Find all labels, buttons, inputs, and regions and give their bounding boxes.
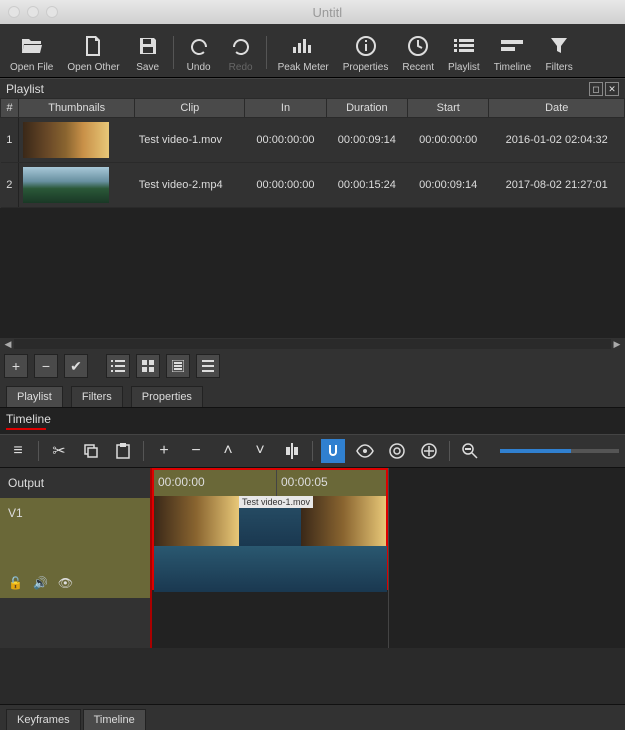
clip-label: Test video-1.mov — [239, 496, 313, 508]
middle-tabbar: Playlist Filters Properties — [0, 382, 625, 408]
redo-button[interactable]: Redo — [221, 32, 261, 73]
playlist-table: # Thumbnails Clip In Duration Start Date… — [0, 98, 625, 208]
playhead-marker — [6, 428, 46, 430]
update-button[interactable]: ✔ — [64, 354, 88, 378]
col-start[interactable]: Start — [408, 99, 489, 118]
col-num[interactable]: # — [1, 99, 19, 118]
zoom-window-icon[interactable] — [46, 6, 58, 18]
playlist-toolbar: + − ✔ — [0, 350, 625, 382]
open-file-button[interactable]: Open File — [4, 32, 59, 73]
timeline-body: Output V1 🔓 🔊 👁 00:00:0000:00:05 Test vi… — [0, 468, 625, 648]
output-row[interactable]: Output — [0, 468, 150, 498]
timeline-clip-body[interactable] — [154, 546, 387, 592]
remove-button[interactable]: − — [34, 354, 58, 378]
recent-button[interactable]: Recent — [396, 32, 440, 73]
timeline-tracks[interactable]: 00:00:0000:00:05 Test video-1.mov — [150, 468, 625, 648]
time-ruler[interactable]: 00:00:0000:00:05 — [154, 470, 386, 496]
undo-button[interactable]: Undo — [179, 32, 219, 73]
redo-icon — [231, 32, 251, 60]
peak-meter-icon — [292, 32, 314, 60]
timeline-panel-header: Timeline — [0, 408, 625, 434]
view-list-button[interactable] — [106, 354, 130, 378]
lift-icon[interactable]: ˄ — [216, 439, 240, 463]
info-icon — [356, 32, 376, 60]
panel-close-icon[interactable]: ✕ — [605, 82, 619, 96]
col-date[interactable]: Date — [489, 99, 625, 118]
window-title: Untitl — [313, 5, 343, 20]
playlist-empty-area[interactable] — [0, 208, 625, 338]
tab-timeline[interactable]: Timeline — [83, 709, 146, 730]
properties-button[interactable]: Properties — [337, 32, 395, 73]
col-thumbs[interactable]: Thumbnails — [19, 99, 135, 118]
peak-meter-button[interactable]: Peak Meter — [272, 32, 335, 73]
col-duration[interactable]: Duration — [326, 99, 407, 118]
thumbnail-icon — [23, 167, 109, 203]
timeline-clip[interactable]: Test video-1.mov — [154, 496, 239, 546]
main-toolbar: Open File Open Other Save Undo Redo Peak… — [0, 24, 625, 78]
v1-track[interactable]: Test video-1.mov — [154, 496, 386, 546]
timeline-icon — [501, 32, 523, 60]
titlebar: Untitl — [0, 0, 625, 24]
horizontal-scrollbar[interactable]: ◀ ▶ — [0, 338, 625, 350]
undo-icon — [189, 32, 209, 60]
filters-button[interactable]: Filters — [539, 32, 579, 73]
copy-icon[interactable] — [79, 439, 103, 463]
document-icon — [84, 32, 102, 60]
tab-playlist[interactable]: Playlist — [6, 386, 63, 407]
remove-icon[interactable]: − — [184, 439, 208, 463]
overwrite-icon[interactable]: ˅ — [248, 439, 272, 463]
scroll-right-icon[interactable]: ▶ — [611, 339, 623, 349]
add-button[interactable]: + — [4, 354, 28, 378]
save-button[interactable]: Save — [128, 32, 168, 73]
col-clip[interactable]: Clip — [135, 99, 245, 118]
zoom-slider[interactable] — [500, 449, 619, 453]
playlist-panel-title: Playlist — [6, 82, 44, 96]
open-other-button[interactable]: Open Other — [61, 32, 125, 73]
paste-icon[interactable] — [111, 439, 135, 463]
minimize-window-icon[interactable] — [27, 6, 39, 18]
bottom-tabbar: Keyframes Timeline — [0, 704, 625, 730]
col-in[interactable]: In — [245, 99, 326, 118]
ripple-all-icon[interactable] — [417, 439, 441, 463]
table-row[interactable]: 1 Test video-1.mov 00:00:00:00 00:00:09:… — [1, 118, 625, 163]
table-header-row: # Thumbnails Clip In Duration Start Date — [1, 99, 625, 118]
save-icon — [138, 32, 158, 60]
cut-icon[interactable]: ✂ — [47, 439, 71, 463]
list-icon — [454, 32, 474, 60]
thumbnail-icon — [23, 122, 109, 158]
view-tiles-button[interactable] — [136, 354, 160, 378]
view-icons-button[interactable] — [166, 354, 190, 378]
funnel-icon — [550, 32, 568, 60]
hide-icon[interactable]: 👁 — [58, 576, 73, 590]
panel-float-icon[interactable]: ◻ — [589, 82, 603, 96]
track-headers: Output V1 🔓 🔊 👁 — [0, 468, 150, 648]
snap-icon[interactable] — [321, 439, 345, 463]
ripple-icon[interactable] — [385, 439, 409, 463]
timeline-menu-icon[interactable]: ≡ — [6, 439, 30, 463]
mute-icon[interactable]: 🔊 — [33, 576, 48, 590]
selection-rect: 00:00:0000:00:05 Test video-1.mov — [152, 468, 388, 590]
tab-properties[interactable]: Properties — [131, 386, 203, 407]
close-window-icon[interactable] — [8, 6, 20, 18]
menu-button[interactable] — [196, 354, 220, 378]
playlist-panel-header: Playlist ◻ ✕ — [0, 78, 625, 98]
lock-icon[interactable]: 🔓 — [8, 576, 23, 590]
scroll-left-icon[interactable]: ◀ — [2, 339, 14, 349]
timeline-button[interactable]: Timeline — [488, 32, 537, 73]
tab-keyframes[interactable]: Keyframes — [6, 709, 81, 730]
append-icon[interactable]: + — [152, 439, 176, 463]
tab-filters[interactable]: Filters — [71, 386, 123, 407]
table-row[interactable]: 2 Test video-2.mp4 00:00:00:00 00:00:15:… — [1, 163, 625, 208]
v1-track-header[interactable]: V1 🔓 🔊 👁 — [0, 498, 150, 598]
scrub-icon[interactable] — [353, 439, 377, 463]
zoom-out-icon[interactable] — [458, 439, 482, 463]
split-icon[interactable] — [280, 439, 304, 463]
timeline-toolbar: ≡ ✂ + − ˄ ˅ — [0, 434, 625, 468]
folder-open-icon — [21, 32, 43, 60]
timeline-clip[interactable] — [301, 496, 386, 546]
clock-icon — [408, 32, 428, 60]
traffic-lights[interactable] — [8, 6, 58, 18]
playlist-button[interactable]: Playlist — [442, 32, 486, 73]
